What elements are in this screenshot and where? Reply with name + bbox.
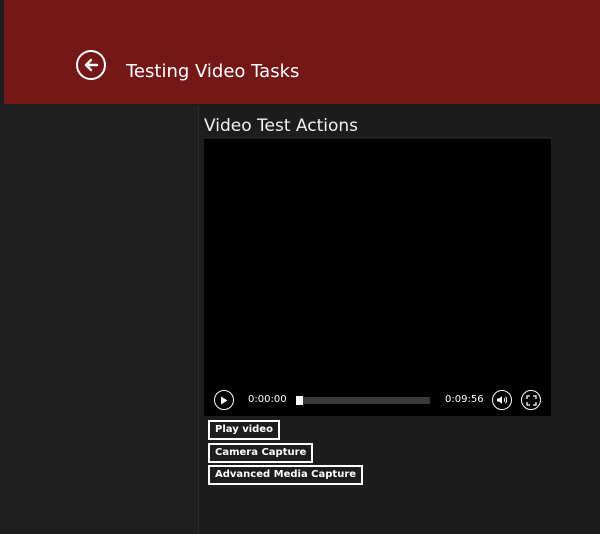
section-title: Video Test Actions bbox=[204, 116, 359, 136]
arrow-left-icon bbox=[82, 56, 100, 74]
fullscreen-button[interactable] bbox=[521, 390, 541, 410]
page-title: Testing Video Tasks bbox=[126, 61, 300, 82]
total-duration: 0:09:56 bbox=[445, 394, 484, 405]
volume-icon bbox=[496, 395, 508, 405]
advanced-media-capture-button[interactable]: Advanced Media Capture bbox=[208, 465, 364, 485]
play-button[interactable] bbox=[214, 390, 234, 410]
seek-bar[interactable] bbox=[296, 396, 430, 405]
volume-button[interactable] bbox=[492, 390, 512, 410]
left-pane bbox=[0, 106, 198, 534]
elapsed-time: 0:00:00 bbox=[248, 394, 287, 405]
fullscreen-icon bbox=[525, 394, 537, 406]
pane-divider bbox=[198, 106, 199, 534]
back-button[interactable] bbox=[76, 50, 106, 80]
app-header bbox=[4, 0, 600, 104]
video-player[interactable]: 0:00:00 0:09:56 bbox=[204, 139, 551, 416]
seek-thumb[interactable] bbox=[296, 396, 303, 405]
transport-controls: 0:00:00 0:09:56 bbox=[204, 386, 551, 416]
play-icon bbox=[220, 396, 228, 405]
camera-capture-button[interactable]: Camera Capture bbox=[208, 443, 314, 463]
play-video-button[interactable]: Play video bbox=[208, 420, 280, 440]
